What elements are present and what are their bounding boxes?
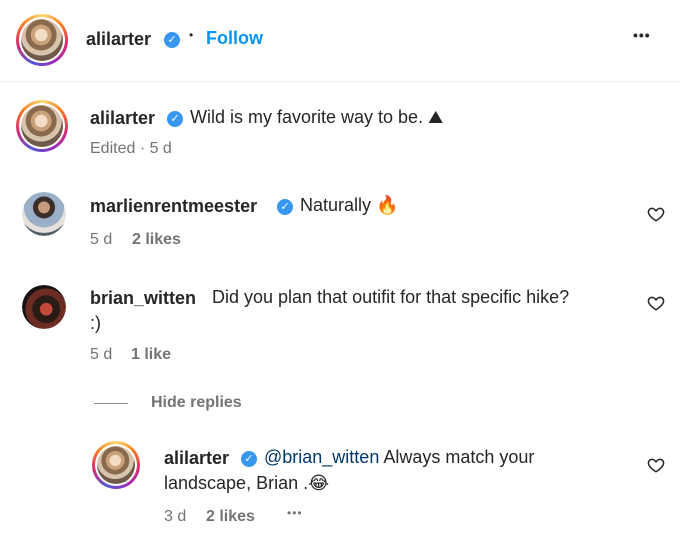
mountain-emoji-icon: ⛰ (428, 107, 444, 128)
comment-username[interactable]: marlienrentmeester (90, 196, 257, 217)
more-options-icon[interactable]: ••• (633, 27, 651, 43)
comment-likes[interactable]: 2 likes (132, 231, 181, 249)
verified-icon: ✓ (167, 111, 183, 127)
header-username[interactable]: alilarter (86, 29, 151, 50)
avatar[interactable] (22, 285, 66, 329)
mention-link[interactable]: @brian_witten (264, 447, 379, 467)
caption-text: Wild is my favorite way to be. ⛰ (190, 107, 444, 128)
hide-replies-button[interactable]: Hide replies (151, 394, 242, 412)
avatar[interactable] (22, 192, 66, 236)
heart-icon[interactable] (647, 294, 665, 312)
follow-button[interactable]: Follow (206, 28, 263, 49)
avatar[interactable] (92, 441, 140, 489)
reply-more-icon[interactable]: ••• (287, 506, 303, 520)
caption-username[interactable]: alilarter (90, 108, 155, 129)
replies-divider-line (94, 403, 128, 404)
fire-emoji-icon: 🔥 (376, 195, 399, 216)
heart-icon[interactable] (647, 205, 665, 223)
reply-username[interactable]: alilarter (164, 448, 229, 469)
avatar[interactable] (16, 100, 68, 152)
avatar[interactable] (16, 14, 68, 66)
comment-text: Naturally 🔥 (300, 195, 399, 216)
verified-icon: ✓ (241, 451, 257, 467)
comment-text-line1: Did you plan that outifit for that speci… (212, 287, 570, 307)
verified-icon: ✓ (164, 32, 180, 48)
reply-text-line2: landscape, Brian .😂 (164, 473, 330, 494)
reply-time: 3 d (164, 508, 187, 525)
separator-dot: • (189, 28, 194, 42)
verified-icon: ✓ (277, 199, 293, 215)
heart-icon[interactable] (647, 456, 665, 474)
comment-username[interactable]: brian_witten (90, 288, 196, 309)
comment-text-line2: :) (90, 313, 101, 333)
comment-likes[interactable]: 1 like (131, 346, 171, 364)
comment-time: 5 d (90, 231, 113, 248)
post-header: alilarter ✓ • Follow ••• (0, 0, 680, 82)
comment-time: 5 d (90, 346, 113, 363)
laughing-emoji-icon: 😂 (308, 473, 330, 494)
caption-meta: Edited · 5 d (90, 140, 172, 157)
reply-text-line1: @brian_witten Always match your (264, 447, 535, 467)
reply-likes[interactable]: 2 likes (206, 508, 255, 526)
